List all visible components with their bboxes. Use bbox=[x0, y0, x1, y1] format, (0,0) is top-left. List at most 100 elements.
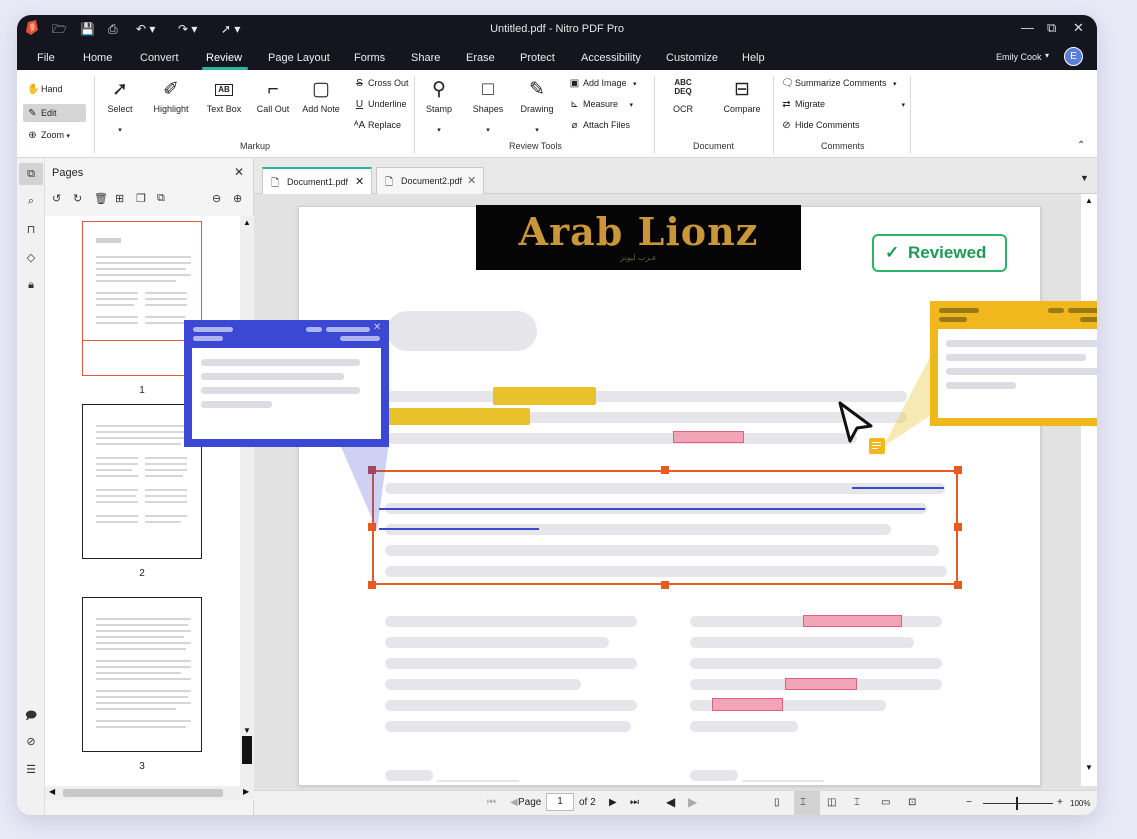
pink-highlight[interactable] bbox=[785, 678, 857, 690]
stamp-button[interactable]: ⚲ Stamp ▾ bbox=[419, 78, 459, 134]
call-out-button[interactable]: ⌐ Call Out bbox=[253, 78, 293, 114]
menu-share[interactable]: Share bbox=[411, 52, 440, 64]
thumbnails-vertical-scrollbar[interactable]: ▲ ▼ bbox=[240, 216, 254, 786]
resize-handle[interactable] bbox=[954, 581, 962, 589]
pages-panel-icon[interactable]: ⧉ bbox=[17, 168, 45, 181]
migrate-button[interactable]: ⇄ Migrate ▾ bbox=[781, 99, 905, 110]
back-icon[interactable]: ◀ bbox=[666, 795, 675, 809]
tag-icon[interactable]: ◇ bbox=[17, 251, 45, 264]
rotate-left-icon[interactable]: ↺ bbox=[52, 192, 61, 205]
close-icon[interactable]: ✕ bbox=[234, 165, 244, 179]
zoom-slider-knob[interactable] bbox=[1016, 797, 1018, 810]
scroll-thumb[interactable] bbox=[242, 736, 252, 764]
close-icon[interactable]: ✕ bbox=[467, 174, 476, 187]
highlight-button[interactable]: ✐ Highlight bbox=[149, 78, 193, 114]
text-box-button[interactable]: AB Text Box bbox=[203, 78, 245, 114]
page-number-input[interactable]: 1 bbox=[546, 793, 574, 811]
collapse-ribbon-icon[interactable]: ⌃ bbox=[1077, 140, 1085, 151]
hand-tool-button[interactable]: ✋ Hand bbox=[27, 84, 63, 95]
lock-icon[interactable]: 🔒︎ bbox=[17, 279, 45, 292]
delete-page-icon[interactable]: 🗑︎ bbox=[94, 192, 108, 205]
presentation-view-icon[interactable]: ▭ bbox=[881, 797, 890, 808]
scroll-up-arrow-icon[interactable]: ▲ bbox=[1081, 196, 1097, 205]
last-page-icon[interactable]: ⏭ bbox=[630, 797, 639, 808]
extract-page-icon[interactable]: ⧉ bbox=[157, 192, 165, 205]
scroll-down-arrow-icon[interactable]: ▼ bbox=[240, 726, 254, 735]
close-window-button[interactable]: ✕ bbox=[1073, 20, 1084, 36]
menu-customize[interactable]: Customize bbox=[666, 52, 718, 64]
monitor-view-icon[interactable]: ⊡ bbox=[908, 797, 916, 808]
zoom-slider[interactable] bbox=[983, 803, 1053, 804]
yellow-highlight[interactable] bbox=[387, 408, 530, 425]
pink-highlight[interactable] bbox=[673, 431, 744, 443]
hide-comments-button[interactable]: ⊘ Hide Comments bbox=[781, 120, 859, 131]
resize-handle[interactable] bbox=[954, 523, 962, 531]
first-page-icon[interactable]: ⏮ bbox=[487, 797, 496, 808]
document-vertical-scrollbar[interactable]: ▲ ▼ bbox=[1081, 194, 1097, 786]
user-name[interactable]: Emily Cook bbox=[996, 52, 1042, 62]
resize-handle[interactable] bbox=[661, 581, 669, 589]
continuous-view-icon[interactable]: ⌶ bbox=[854, 797, 860, 808]
scroll-up-arrow-icon[interactable]: ▲ bbox=[240, 218, 254, 227]
scroll-right-arrow-icon[interactable]: ▶ bbox=[243, 787, 249, 796]
scroll-down-arrow-icon[interactable]: ▼ bbox=[1081, 763, 1097, 772]
add-note-button[interactable]: ▢ Add Note bbox=[300, 78, 342, 114]
close-icon[interactable]: ✕ bbox=[355, 175, 364, 188]
yellow-highlight[interactable] bbox=[493, 387, 596, 405]
zoom-tool-button[interactable]: ⊕ Zoom ▾ bbox=[27, 130, 70, 141]
menu-convert[interactable]: Convert bbox=[140, 52, 179, 64]
menu-page-layout[interactable]: Page Layout bbox=[268, 52, 330, 64]
select-button[interactable]: ➚ Select ▾ bbox=[99, 78, 141, 134]
user-menu-caret-icon[interactable]: ▾ bbox=[1045, 51, 1049, 60]
scroll-thumb[interactable] bbox=[63, 789, 223, 797]
pink-highlight[interactable] bbox=[712, 698, 783, 711]
menu-protect[interactable]: Protect bbox=[520, 52, 555, 64]
previous-page-icon[interactable]: ◀ bbox=[510, 797, 518, 808]
paperclip-icon[interactable]: ⊘ bbox=[17, 735, 45, 748]
drawing-button[interactable]: ✎ Drawing ▾ bbox=[516, 78, 558, 134]
resize-handle[interactable] bbox=[954, 466, 962, 474]
minimize-button[interactable]: — bbox=[1021, 20, 1034, 35]
edit-tool-button[interactable]: ✎ Edit bbox=[27, 108, 56, 119]
next-page-icon[interactable]: ▶ bbox=[609, 797, 617, 808]
measure-button[interactable]: ⊾ Measure ▾ bbox=[569, 99, 633, 110]
menu-accessibility[interactable]: Accessibility bbox=[581, 52, 641, 64]
zoom-out-icon[interactable]: − bbox=[966, 797, 972, 808]
add-image-button[interactable]: ▣ Add Image ▾ bbox=[569, 78, 637, 89]
zoom-out-icon[interactable]: ⊖ bbox=[212, 192, 221, 205]
zoom-in-icon[interactable]: ⊕ bbox=[233, 192, 242, 205]
insert-page-icon[interactable]: ⊞ bbox=[115, 192, 124, 205]
fit-width-view-icon[interactable]: ⌶ bbox=[800, 797, 806, 808]
page-thumbnail-3[interactable] bbox=[82, 597, 202, 752]
search-icon[interactable]: ⌕ bbox=[17, 195, 45, 208]
reviewed-stamp[interactable]: ✓ Reviewed bbox=[872, 234, 1007, 272]
menu-home[interactable]: Home bbox=[83, 52, 112, 64]
replace-button[interactable]: ᴬA Replace bbox=[354, 120, 401, 131]
pink-highlight[interactable] bbox=[803, 615, 902, 627]
menu-file[interactable]: File bbox=[37, 52, 55, 64]
menu-help[interactable]: Help bbox=[742, 52, 765, 64]
cross-out-button[interactable]: S Cross Out bbox=[354, 78, 408, 89]
tab-document1[interactable]: 🗋 Document1.pdf ✕ bbox=[262, 167, 372, 194]
underline-button[interactable]: U Underline bbox=[354, 99, 407, 110]
menu-forms[interactable]: Forms bbox=[354, 52, 385, 64]
resize-handle[interactable] bbox=[661, 466, 669, 474]
forward-icon[interactable]: ▶ bbox=[688, 795, 697, 809]
attach-files-button[interactable]: ⌀ Attach Files bbox=[569, 120, 630, 131]
zoom-in-icon[interactable]: + bbox=[1057, 797, 1063, 808]
tab-document2[interactable]: 🗋 Document2.pdf ✕ bbox=[376, 167, 484, 194]
bookmark-icon[interactable]: ⊓ bbox=[17, 223, 45, 236]
list-icon[interactable]: ☰ bbox=[17, 763, 45, 776]
resize-handle[interactable] bbox=[368, 581, 376, 589]
comment-icon[interactable]: 🗩 bbox=[17, 707, 45, 726]
rotate-right-icon[interactable]: ↻ bbox=[73, 192, 82, 205]
ocr-button[interactable]: ABC DEQ OCR bbox=[663, 78, 703, 114]
yellow-comment-popup[interactable]: ✕ bbox=[930, 301, 1097, 426]
shapes-button[interactable]: □ Shapes ▾ bbox=[468, 78, 508, 134]
maximize-button[interactable]: ⧉ bbox=[1047, 20, 1056, 36]
tab-list-dropdown-icon[interactable]: ▼ bbox=[1080, 173, 1089, 183]
close-icon[interactable]: ✕ bbox=[373, 322, 381, 333]
compare-button[interactable]: ⊟ Compare bbox=[720, 78, 764, 114]
single-page-view-icon[interactable]: ▯ bbox=[774, 797, 780, 808]
menu-erase[interactable]: Erase bbox=[466, 52, 495, 64]
